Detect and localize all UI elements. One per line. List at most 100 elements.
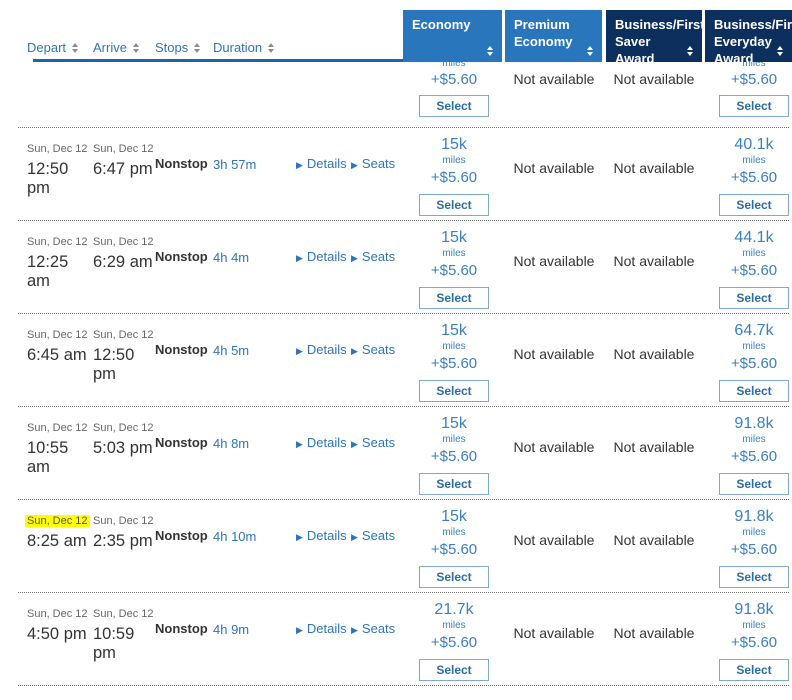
sort-header-arrive[interactable]: Arrive	[93, 40, 155, 55]
select-economy-button[interactable]: Select	[419, 659, 489, 681]
miles-label: miles	[442, 155, 466, 166]
select-business-everyday-button[interactable]: Select	[719, 287, 789, 309]
seats-link[interactable]: Seats	[362, 249, 395, 264]
seats-link[interactable]: Seats	[362, 621, 395, 636]
business-saver-cell: Not available	[613, 439, 695, 455]
details-cell: ▶ Details	[296, 221, 351, 314]
details-cell: ▶ Details	[296, 407, 351, 500]
arrive-cell: Sun, Dec 12 6:47 pm	[93, 128, 155, 221]
details-link[interactable]: Details	[307, 156, 347, 171]
depart-cell: Sun, Dec 12 8:25 am	[25, 500, 93, 593]
duration-link[interactable]: 3h 57m	[213, 157, 256, 172]
depart-date: Sun, Dec 12	[25, 515, 90, 527]
cabin-header-business-saver[interactable]: Business/First Saver Award	[606, 10, 705, 66]
select-economy-button[interactable]: Select	[419, 95, 489, 117]
seats-link[interactable]: Seats	[362, 342, 395, 357]
select-business-everyday-button[interactable]: Select	[719, 95, 789, 117]
flight-row: Sun, Dec 12 4:50 pm Sun, Dec 12 10:59 pm…	[0, 593, 792, 686]
business-saver-cell: Not available	[613, 532, 695, 548]
economy-award-cell: 15k miles +$5.60 Select	[404, 314, 504, 407]
select-business-everyday-button[interactable]: Select	[719, 566, 789, 588]
business-everyday-award-cell: 91.8k miles +$5.60 Select	[704, 593, 792, 686]
sort-header-duration[interactable]: Duration	[213, 40, 296, 55]
taxes-fee: +$5.60	[430, 541, 478, 558]
miles-value: 15k	[441, 229, 467, 246]
details-link[interactable]: Details	[307, 342, 347, 357]
select-business-everyday-button[interactable]: Select	[719, 473, 789, 495]
duration-link[interactable]: 4h 9m	[213, 622, 249, 637]
depart-date: Sun, Dec 12	[27, 143, 88, 155]
cabin-header-economy-label: Economy	[412, 17, 471, 32]
premium-economy-cell: Not available	[513, 625, 595, 641]
taxes-fee: +$5.60	[430, 71, 478, 88]
depart-cell: Sun, Dec 12 6:45 am	[27, 314, 93, 407]
taxes-fee: +$5.60	[430, 448, 478, 465]
depart-time: 12:50 pm	[27, 160, 69, 197]
taxes-fee: +$5.60	[730, 262, 778, 279]
duration-link[interactable]: 4h 4m	[213, 250, 249, 265]
taxes-fee: +$5.60	[430, 355, 478, 372]
select-business-everyday-button[interactable]: Select	[719, 194, 789, 216]
sort-icon	[777, 46, 783, 56]
select-economy-button[interactable]: Select	[419, 194, 489, 216]
select-business-everyday-button[interactable]: Select	[719, 380, 789, 402]
details-link[interactable]: Details	[307, 249, 347, 264]
miles-label: miles	[742, 527, 766, 538]
details-cell: ▶ Details	[296, 128, 351, 221]
expand-arrow-icon: ▶	[351, 625, 358, 635]
cabin-header-business-everyday[interactable]: Business/First Everyday Award	[705, 10, 792, 66]
sort-header-stops[interactable]: Stops	[155, 40, 213, 55]
depart-time: 6:45 am	[27, 346, 87, 364]
duration-link[interactable]: 4h 8m	[213, 436, 249, 451]
seats-link[interactable]: Seats	[362, 528, 395, 543]
details-link[interactable]: Details	[307, 621, 347, 636]
expand-arrow-icon: ▶	[296, 160, 303, 170]
select-economy-button[interactable]: Select	[419, 287, 489, 309]
select-economy-button[interactable]: Select	[419, 380, 489, 402]
seats-cell: ▶ Seats	[351, 128, 404, 221]
miles-label: miles	[742, 248, 766, 259]
duration-link[interactable]: 4h 5m	[213, 343, 249, 358]
economy-award-cell: 15k miles +$5.60 Select	[404, 128, 504, 221]
stops-cell: Nonstop	[155, 435, 208, 450]
miles-label: miles	[742, 620, 766, 631]
sort-header-depart-label: Depart	[27, 40, 67, 55]
sort-icon	[587, 46, 593, 56]
premium-economy-cell: Not available	[513, 253, 595, 269]
economy-award-cell: 21.7k miles +$5.60 Select	[404, 593, 504, 686]
select-economy-button[interactable]: Select	[419, 473, 489, 495]
expand-arrow-icon: ▶	[351, 346, 358, 356]
sort-header-depart[interactable]: Depart	[27, 40, 93, 55]
miles-label: miles	[442, 248, 466, 259]
select-economy-button[interactable]: Select	[419, 566, 489, 588]
miles-label: miles	[442, 62, 466, 69]
miles-value: 91.8k	[734, 415, 774, 432]
business-saver-cell: Not available	[613, 625, 695, 641]
select-business-everyday-button[interactable]: Select	[719, 659, 789, 681]
seats-cell: ▶ Seats	[351, 407, 404, 500]
cabin-header-economy[interactable]: Economy	[403, 10, 502, 62]
clipped-miles-label: miles	[742, 62, 765, 69]
cabin-header-premium-economy[interactable]: Premium Economy	[505, 10, 602, 62]
premium-economy-cell: Not available	[513, 439, 595, 455]
depart-time: 4:50 pm	[27, 625, 87, 643]
stops-cell: Nonstop	[155, 528, 208, 543]
arrive-cell: Sun, Dec 12 2:35 pm	[93, 500, 155, 593]
miles-value: 91.8k	[734, 601, 774, 618]
flight-row: Sun, Dec 12 12:25 am Sun, Dec 12 6:29 am…	[0, 221, 792, 314]
cabin-header-premium-economy-label: Premium Economy	[514, 17, 573, 49]
details-link[interactable]: Details	[307, 528, 347, 543]
seats-link[interactable]: Seats	[362, 156, 395, 171]
duration-link[interactable]: 4h 10m	[213, 529, 256, 544]
expand-arrow-icon: ▶	[296, 346, 303, 356]
flight-row: Sun, Dec 12 8:25 am Sun, Dec 12 2:35 pm …	[0, 500, 792, 593]
expand-arrow-icon: ▶	[351, 532, 358, 542]
miles-value: 21.7k	[434, 601, 474, 618]
premium-economy-cell: Not available	[513, 346, 595, 362]
seats-link[interactable]: Seats	[362, 435, 395, 450]
details-link[interactable]: Details	[307, 435, 347, 450]
cabin-header-business-everyday-label: Business/First Everyday Award	[714, 17, 792, 66]
premium-economy-cell: Not available	[513, 160, 595, 176]
economy-award-cell: 15k miles +$5.60 Select	[404, 221, 504, 314]
sort-header-stops-label: Stops	[155, 40, 189, 55]
